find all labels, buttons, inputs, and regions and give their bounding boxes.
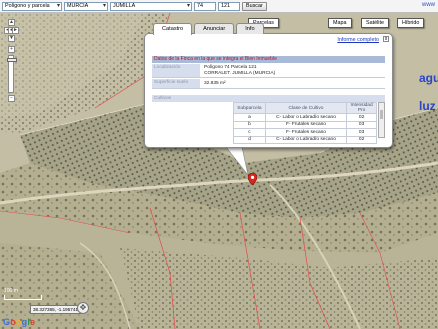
- cell-clase: C- Labor o Labradío secano: [264, 113, 348, 122]
- cell-intensidad: 02: [346, 113, 377, 122]
- cell-subparcela: a: [233, 113, 266, 122]
- close-icon[interactable]: x: [383, 36, 389, 42]
- column-header-subparcela: Subparcela: [233, 102, 266, 114]
- cell-intensidad: 03: [346, 128, 377, 137]
- infowindow-tail: [226, 147, 249, 176]
- scale-bar: 100 m: [4, 288, 42, 300]
- zoom-out-icon[interactable]: −: [8, 95, 15, 102]
- localizacion-line-2: CORRALET. JUMILLA (MURCIA): [204, 70, 276, 76]
- pan-move-icon[interactable]: ✥: [77, 302, 89, 314]
- cell-subparcela: b: [233, 120, 266, 129]
- localizacion-label: Localización: [152, 64, 200, 77]
- tab-info[interactable]: Info: [236, 23, 264, 34]
- complete-report-link[interactable]: Informe completo: [337, 37, 379, 43]
- cell-clase: C- Labor o Labradío secano: [264, 135, 348, 144]
- search-type-select[interactable]: Polígono y parcela: [2, 1, 62, 11]
- map-type-satellite[interactable]: Satélite: [361, 18, 389, 28]
- table-header-row: Subparcela Clase de Cultivo Intensidad P…: [233, 102, 377, 114]
- tab-anunciar[interactable]: Anunciar: [194, 23, 235, 34]
- table-row: c F- Frutales secano 03: [233, 128, 377, 137]
- localizacion-row: Localización Polígono 74 Parcela 121 COR…: [152, 64, 385, 78]
- search-button[interactable]: Buscar: [242, 1, 267, 11]
- zoom-slider-thumb[interactable]: [7, 58, 17, 62]
- column-header-clase: Clase de Cultivo: [264, 102, 348, 114]
- google-logo[interactable]: Google: [3, 317, 35, 327]
- cell-subparcela: d: [233, 135, 266, 144]
- overlay-text-2: luz: [419, 99, 436, 113]
- province-select[interactable]: MURCIA: [64, 1, 108, 11]
- pan-down-icon[interactable]: ▼: [8, 35, 15, 42]
- parcel-info-window: Catastro Anunciar Info Informe completo …: [144, 23, 393, 148]
- zoom-in-icon[interactable]: +: [8, 46, 15, 53]
- tab-catastro[interactable]: Catastro: [153, 23, 193, 35]
- coordinate-readout: 38.327365, -1.195741: [30, 305, 81, 314]
- site-url[interactable]: www: [422, 2, 435, 8]
- finca-data-title: Datos de la Finca en la que se integra e…: [152, 56, 385, 63]
- scale-label: 100 m: [4, 288, 18, 294]
- cell-intensidad: 02: [346, 135, 377, 144]
- table-scrollbar-thumb[interactable]: [380, 110, 383, 119]
- table-row: b F- Frutales secano 03: [233, 120, 377, 129]
- cell-clase: F- Frutales secano: [264, 120, 348, 129]
- satellite-map[interactable]: agu luz Parcelas Mapa Satélite Híbrido ▲…: [0, 13, 438, 329]
- zoom-slider[interactable]: [7, 55, 17, 93]
- pan-up-icon[interactable]: ▲: [8, 19, 15, 26]
- map-type-map[interactable]: Mapa: [328, 18, 352, 28]
- municipality-select[interactable]: JUMILLA: [110, 1, 192, 11]
- parcela-input[interactable]: 121: [218, 1, 240, 11]
- poligono-input[interactable]: 74: [194, 1, 216, 11]
- cell-clase: F- Frutales secano: [264, 128, 348, 137]
- superficie-label: Superficie suelo: [152, 79, 200, 88]
- table-row: d C- Labor o Labradío secano 02: [233, 135, 377, 144]
- overlay-text-1: agu: [419, 71, 438, 85]
- table-scrollbar[interactable]: [378, 102, 385, 138]
- table-row: a C- Labor o Labradío secano 02: [233, 113, 377, 122]
- column-header-intensidad: Intensidad Pro: [346, 102, 377, 114]
- scale-bar-line: [4, 295, 42, 300]
- cultivos-table: Subparcela Clase de Cultivo Intensidad P…: [233, 102, 377, 144]
- superficie-value: 32.835 m²: [204, 81, 226, 86]
- search-toolbar: Polígono y parcela MURCIA JUMILLA 74 121…: [0, 0, 438, 13]
- map-type-hybrid[interactable]: Híbrido: [397, 18, 425, 28]
- cell-subparcela: c: [233, 128, 266, 137]
- localizacion-value: Polígono 74 Parcela 121 CORRALET. JUMILL…: [202, 64, 277, 77]
- cell-intensidad: 03: [346, 120, 377, 129]
- superficie-row: Superficie suelo 32.835 m²: [152, 79, 385, 89]
- infowindow-tabs: Catastro Anunciar Info: [153, 23, 264, 35]
- pan-right-icon[interactable]: ►: [12, 27, 19, 34]
- cultivos-header: Cultivos: [152, 95, 385, 102]
